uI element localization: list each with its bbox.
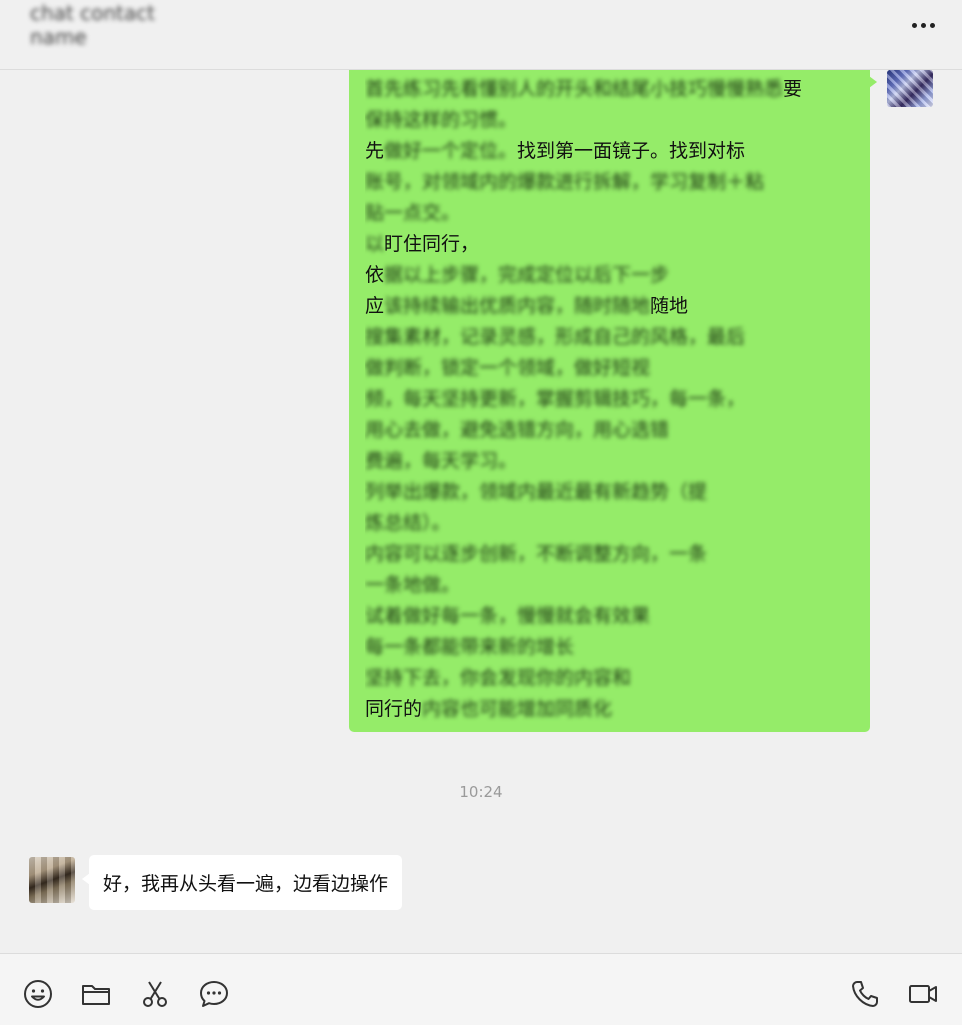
message-text-visible: 找到第一面镜子。找到对标 <box>517 140 746 162</box>
message-text-pixelated: 保持这样的习惯。 <box>365 109 518 131</box>
contact-avatar[interactable] <box>29 857 75 903</box>
message-text-pixelated: 每一条都能带来新的增长 <box>365 636 575 658</box>
input-toolbar <box>0 953 962 1025</box>
message-text-visible: 同行的 <box>365 698 423 720</box>
phone-icon <box>852 981 878 1007</box>
message-text-pixelated: 搜集素材，记录灵感，形成自己的风格，最后 <box>365 326 746 348</box>
more-options-button[interactable] <box>906 14 940 36</box>
chat-header: chat contact name <box>0 0 962 70</box>
video-camera-icon <box>909 985 937 1003</box>
message-text-pixelated: 费遍，每天学习。 <box>365 450 518 472</box>
message-line: 内容可以逐步创新，不断调整方向，一条 <box>365 539 856 570</box>
message-line: 贴一点交。 <box>365 198 856 229</box>
message-text-pixelated: 炼总结）。 <box>365 512 451 534</box>
message-line: 搜集素材，记录灵感，形成自己的风格，最后 <box>365 322 856 353</box>
message-text-pixelated: 做好一个定位。 <box>384 140 518 162</box>
message-text-pixelated: 以 <box>365 233 385 255</box>
message-line: 用心去做，避免选错方向，用心选错 <box>365 415 856 446</box>
emoji-icon <box>24 980 52 1008</box>
message-timestamp: 10:24 <box>459 783 503 801</box>
message-text-visible: 应 <box>365 295 385 317</box>
screenshot-button[interactable] <box>139 978 171 1010</box>
message-line: 频，每天坚持更新，掌握剪辑技巧，每一条， <box>365 384 856 415</box>
message-text-visible: 先 <box>365 140 385 162</box>
message-line: 账号，对领域内的爆款进行拆解，学习复制＋粘 <box>365 167 856 198</box>
message-text-visible: 随地 <box>650 295 689 317</box>
message-text-pixelated: 列举出爆款，领域内最近最有新趋势（提 <box>365 481 708 503</box>
message-text-pixelated: 频，每天坚持更新，掌握剪辑技巧，每一条， <box>365 388 746 410</box>
message-line: 炼总结）。 <box>365 508 856 539</box>
message-line: 保持这样的习惯。 <box>365 105 856 136</box>
chat-area[interactable]: 首先练习先看懂别人的开头和结尾小技巧慢慢熟悉要 保持这样的习惯。 先做好一个定位。找… <box>0 70 962 952</box>
message-line: 费遍，每天学习。 <box>365 446 856 477</box>
message-line: 做判断，锁定一个领域，做好短视 <box>365 353 856 384</box>
self-avatar[interactable] <box>887 70 933 107</box>
message-line: 依据以上步骤，完成定位以后下一步 <box>365 260 856 291</box>
message-line: 先做好一个定位。找到第一面镜子。找到对标 <box>365 136 856 167</box>
message-line: 每一条都能带来新的增长 <box>365 632 856 663</box>
message-line: 以盯住同行， <box>365 229 856 260</box>
message-text-pixelated: 试着做好每一条，慢慢就会有效果 <box>365 605 651 627</box>
message-line: 应该持续输出优质内容，随时随地随地 <box>365 291 856 322</box>
emoji-button[interactable] <box>22 978 54 1010</box>
message-text-pixelated: 坚持下去，你会发现你的内容和 <box>365 667 632 689</box>
message-text-pixelated: 做判断，锁定一个领域，做好短视 <box>365 357 651 379</box>
folder-icon <box>82 985 110 1005</box>
message-text-pixelated: 账号，对领域内的爆款进行拆解，学习复制＋粘 <box>365 171 765 193</box>
message-text-pixelated: 首先练习先看懂别人的开头和结尾小技巧慢慢熟悉 <box>365 78 784 100</box>
message-text-pixelated: 贴一点交。 <box>365 202 461 224</box>
message-text-pixelated: 该持续输出优质内容，随时随地 <box>384 295 651 317</box>
message-line: 列举出爆款，领域内最近最有新趋势（提 <box>365 477 856 508</box>
chat-bubble-icon <box>200 981 228 1007</box>
message-text-pixelated: 一条地做。 <box>365 574 461 596</box>
message-text-pixelated: 内容也可能增加同质化 <box>422 698 613 720</box>
sent-message-bubble[interactable]: 首先练习先看懂别人的开头和结尾小技巧慢慢熟悉要 保持这样的习惯。 先做好一个定位。找… <box>349 70 877 732</box>
message-line: 坚持下去，你会发现你的内容和 <box>365 663 856 694</box>
message-text-visible: 要 <box>783 78 803 100</box>
chat-title: chat contact name <box>30 1 155 49</box>
voice-call-button[interactable] <box>849 978 881 1010</box>
scissors-icon <box>143 981 167 1007</box>
message-text-visible: 依 <box>365 264 385 286</box>
video-call-button[interactable] <box>907 978 939 1010</box>
message-text-pixelated: 内容可以逐步创新，不断调整方向，一条 <box>365 543 708 565</box>
chat-history-button[interactable] <box>198 978 230 1010</box>
more-dots-icon <box>911 22 917 28</box>
received-message-bubble[interactable]: 好，我再从头看一遍，边看边操作 <box>81 855 403 910</box>
message-text-visible: 盯住同行， <box>384 233 480 255</box>
message-text-pixelated: 据以上步骤，完成定位以后下一步 <box>384 264 670 286</box>
message-line: 一条地做。 <box>365 570 856 601</box>
message-line: 试着做好每一条，慢慢就会有效果 <box>365 601 856 632</box>
message-line: 首先练习先看懂别人的开头和结尾小技巧慢慢熟悉要 <box>365 74 856 105</box>
message-line: 同行的内容也可能增加同质化 <box>365 694 856 725</box>
file-button[interactable] <box>80 978 112 1010</box>
message-text-pixelated: 用心去做，避免选错方向，用心选错 <box>365 419 670 441</box>
